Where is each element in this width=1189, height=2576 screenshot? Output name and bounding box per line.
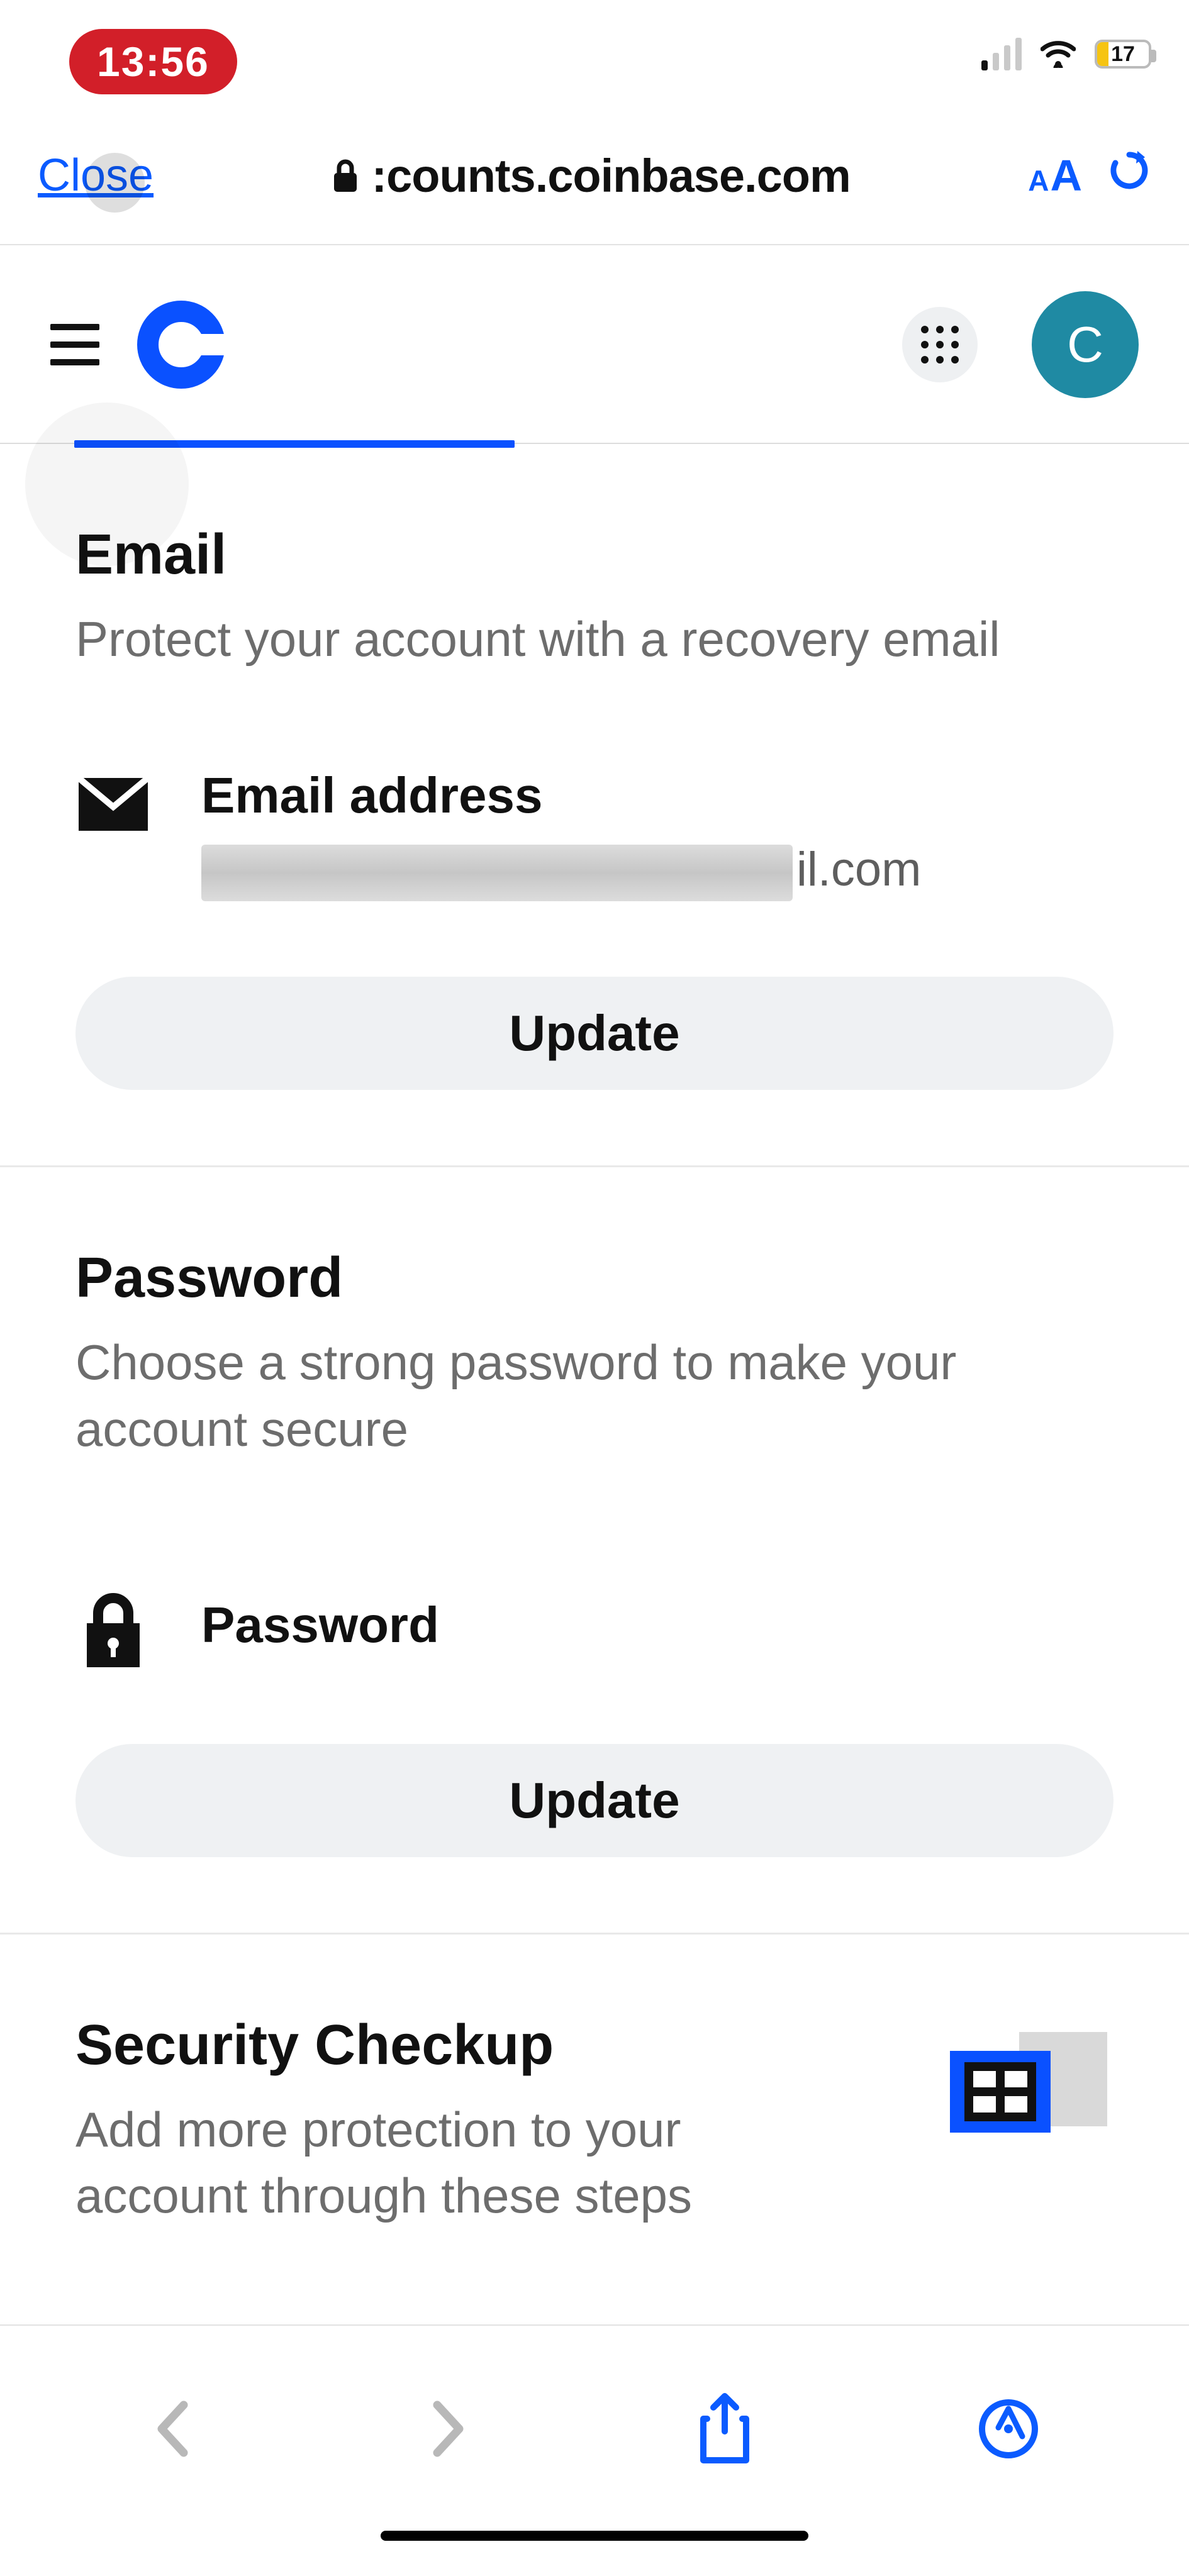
- mail-icon: [79, 778, 148, 831]
- menu-button[interactable]: [50, 324, 99, 365]
- security-illustration-icon: [937, 2013, 1114, 2229]
- section-password: Password Choose a strong password to mak…: [0, 1167, 1189, 1935]
- cell-signal-icon: [981, 38, 1022, 70]
- coinbase-logo-icon[interactable]: [137, 301, 225, 389]
- email-value: il.com: [201, 842, 1114, 901]
- field-label: Password: [201, 1596, 1114, 1654]
- app-header: C: [0, 245, 1189, 444]
- battery-percent: 17: [1097, 42, 1149, 66]
- url-text: :counts.coinbase.com: [372, 149, 851, 203]
- text-size-button[interactable]: AA: [1028, 150, 1082, 201]
- section-subtitle: Protect your account with a recovery ema…: [75, 606, 1114, 672]
- lock-icon: [332, 158, 359, 193]
- section-subtitle: Choose a strong password to make your ac…: [75, 1330, 1114, 1462]
- section-subtitle: Add more protection to your account thro…: [75, 2097, 818, 2229]
- field-label: Email address: [201, 767, 1114, 824]
- browser-address-bar: Close :counts.coinbase.com AA: [0, 107, 1189, 245]
- back-button[interactable]: [149, 2397, 199, 2460]
- tabs-button[interactable]: [977, 2397, 1040, 2460]
- redacted-block: [201, 845, 793, 901]
- section-email: Email Protect your account with a recove…: [0, 444, 1189, 1167]
- status-bar: 13:56 17: [0, 0, 1189, 107]
- url-display[interactable]: :counts.coinbase.com: [179, 149, 1003, 203]
- battery-icon: 17: [1095, 40, 1151, 69]
- tab-indicator: [74, 440, 515, 448]
- section-title: Password: [75, 1246, 1114, 1311]
- browser-toolbar: [0, 2324, 1189, 2576]
- home-indicator[interactable]: [381, 2531, 808, 2541]
- wifi-icon: [1041, 40, 1076, 68]
- share-button[interactable]: [695, 2391, 755, 2467]
- section-security-checkup: Security Checkup Add more protection to …: [0, 1935, 1189, 2255]
- section-title: Security Checkup: [75, 2013, 912, 2078]
- apps-grid-button[interactable]: [902, 307, 978, 382]
- lock-icon: [83, 1593, 143, 1668]
- update-email-button[interactable]: Update: [75, 977, 1114, 1090]
- avatar[interactable]: C: [1032, 291, 1139, 398]
- forward-button[interactable]: [421, 2397, 472, 2460]
- update-password-button[interactable]: Update: [75, 1744, 1114, 1857]
- reload-button[interactable]: [1107, 148, 1151, 203]
- section-title: Email: [75, 523, 1114, 587]
- settings-content: Email Protect your account with a recove…: [0, 444, 1189, 2254]
- clock-pill: 13:56: [69, 29, 237, 94]
- close-button[interactable]: Close: [38, 150, 154, 201]
